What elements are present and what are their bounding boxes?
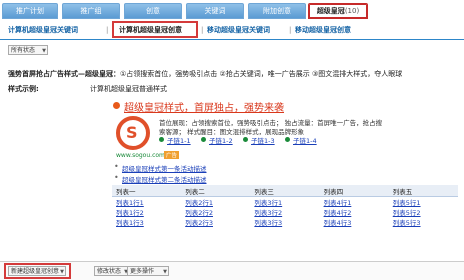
feature-list: ①占领搜索首位，强势吸引点击 ②抢占关键词，唯一广告展示 ③图文混排大样式，夺人… xyxy=(120,70,403,78)
table-cell[interactable]: 列表2行3 xyxy=(181,217,250,227)
subtab-mobile-creative[interactable]: 移动超级皇冠创意 xyxy=(295,24,351,37)
column-header: 列表三 xyxy=(250,185,320,197)
highlight-box xyxy=(4,263,71,279)
tab-label: 推广组 xyxy=(80,7,102,15)
tab-label: 关键词 xyxy=(204,7,226,15)
ad-url: www.sogou.com xyxy=(116,152,165,159)
table-cell[interactable]: 列表4行2 xyxy=(320,207,389,217)
tab-label: 创意 xyxy=(146,7,160,15)
table-cell[interactable]: 列表4行1 xyxy=(320,197,389,207)
feature-title: 强势首屏抢占广告样式—超级皇冠： xyxy=(8,70,120,78)
sublink-4[interactable]: 子链1-4 xyxy=(293,135,317,145)
activity-1[interactable]: 超级皇冠样式第一条活动描述 xyxy=(122,163,207,173)
table-cell[interactable]: 列表3行3 xyxy=(250,217,319,227)
status-filter-value: 所有状态 xyxy=(11,47,36,54)
table-row: 列表1行1 列表2行1 列表3行1 列表4行1 列表5行1 xyxy=(112,197,458,207)
subtab-divider: | xyxy=(106,26,109,34)
tab-creative[interactable]: 创意 xyxy=(124,3,182,19)
ad-badge: 广告 xyxy=(164,151,180,159)
bullet-icon: • xyxy=(114,173,119,182)
tab-keyword[interactable]: 关键词 xyxy=(186,3,244,19)
status-filter-select[interactable]: 所有状态 ▼ xyxy=(8,45,48,55)
tab-label: 附加创意 xyxy=(263,7,291,15)
table-cell[interactable]: 列表5行3 xyxy=(389,217,458,227)
chevron-down-icon: ▼ xyxy=(163,269,167,275)
tab-count: (10) xyxy=(344,7,360,15)
chevron-down-icon: ▼ xyxy=(42,48,46,54)
table-cell[interactable]: 列表3行2 xyxy=(250,207,319,217)
subtab-mobile-keyword[interactable]: 移动超级皇冠关键词 xyxy=(207,24,270,37)
tab-super-crown[interactable]: 超级皇冠(10) xyxy=(308,3,368,19)
highlight-box xyxy=(112,21,198,38)
table-row: 列表1行3 列表2行3 列表3行3 列表4行3 列表5行3 xyxy=(112,217,458,227)
sublink-bullet-icon xyxy=(285,137,290,142)
sublink-bullet-icon xyxy=(159,137,164,142)
subtab-divider: | xyxy=(201,26,204,34)
modify-status-select[interactable]: 修改状态 ▼ xyxy=(94,266,130,276)
bullet-icon xyxy=(113,102,120,109)
sample-label: 样式示例: xyxy=(8,85,39,93)
more-actions-label: 更多操作 xyxy=(130,268,155,275)
table-cell[interactable]: 列表4行3 xyxy=(320,217,389,227)
table-cell[interactable]: 列表3行1 xyxy=(250,197,319,207)
tab-label: 超级皇冠 xyxy=(316,7,345,15)
table-cell[interactable]: 列表5行1 xyxy=(389,197,458,207)
table-cell[interactable]: 列表1行3 xyxy=(112,217,181,227)
column-header: 列表五 xyxy=(388,185,458,197)
table-cell[interactable]: 列表1行2 xyxy=(112,207,181,217)
sublink-bullet-icon xyxy=(243,137,248,142)
feature-description: 强势首屏抢占广告样式—超级皇冠：①占领搜索首位，强势吸引点击 ②抢占关键词，唯一… xyxy=(8,69,402,79)
tab-adgroup[interactable]: 推广组 xyxy=(62,3,120,19)
column-header: 列表一 xyxy=(112,185,182,197)
table-row: 列表1行2 列表2行2 列表3行2 列表4行2 列表5行2 xyxy=(112,207,458,217)
bottom-action-bar: 新建超级皇冠创意 ▼ 修改状态 ▼ 更多操作 ▼ xyxy=(0,261,464,280)
modify-status-label: 修改状态 xyxy=(97,268,122,275)
tab-campaign[interactable]: 推广计划 xyxy=(2,3,58,19)
table-cell[interactable]: 列表1行1 xyxy=(112,197,181,207)
sogou-logo-icon: S xyxy=(116,116,150,150)
logo-s-glyph: S xyxy=(126,123,138,142)
column-header: 列表二 xyxy=(181,185,251,197)
sample-name: 计算机超级皇冠普通样式 xyxy=(90,85,167,93)
table-header-row: 列表一 列表二 列表三 列表四 列表五 xyxy=(112,185,458,197)
sublink-1[interactable]: 子链1-1 xyxy=(167,135,191,145)
column-header: 列表四 xyxy=(319,185,389,197)
table-cell[interactable]: 列表2行2 xyxy=(181,207,250,217)
sample-list-table: 列表一 列表二 列表三 列表四 列表五 列表1行1 列表2行1 列表3行1 列表… xyxy=(112,185,458,227)
table-cell[interactable]: 列表5行2 xyxy=(389,207,458,217)
more-actions-select[interactable]: 更多操作 ▼ xyxy=(127,266,169,276)
tab-extra-creative[interactable]: 附加创意 xyxy=(248,3,306,19)
ad-headline[interactable]: 超级皇冠样式，首屏独占，强势来袭 xyxy=(124,99,284,114)
tab-label: 推广计划 xyxy=(16,7,44,15)
table-cell[interactable]: 列表2行1 xyxy=(181,197,250,207)
activity-2[interactable]: 超级皇冠样式第二条活动描述 xyxy=(122,174,207,184)
subtab-pc-keyword[interactable]: 计算机超级皇冠关键词 xyxy=(8,24,78,37)
sublink-3[interactable]: 子链1-3 xyxy=(251,135,275,145)
top-tab-bar: 推广计划 推广组 创意 关键词 附加创意 超级皇冠(10) xyxy=(0,0,464,20)
subtab-divider: | xyxy=(289,26,292,34)
sub-tab-bar: 计算机超级皇冠关键词 | 计算机超级皇冠创意 | 移动超级皇冠关键词 | 移动超… xyxy=(0,21,464,40)
sublink-2[interactable]: 子链1-2 xyxy=(209,135,233,145)
sublink-bullet-icon xyxy=(201,137,206,142)
bullet-icon: • xyxy=(114,162,119,171)
